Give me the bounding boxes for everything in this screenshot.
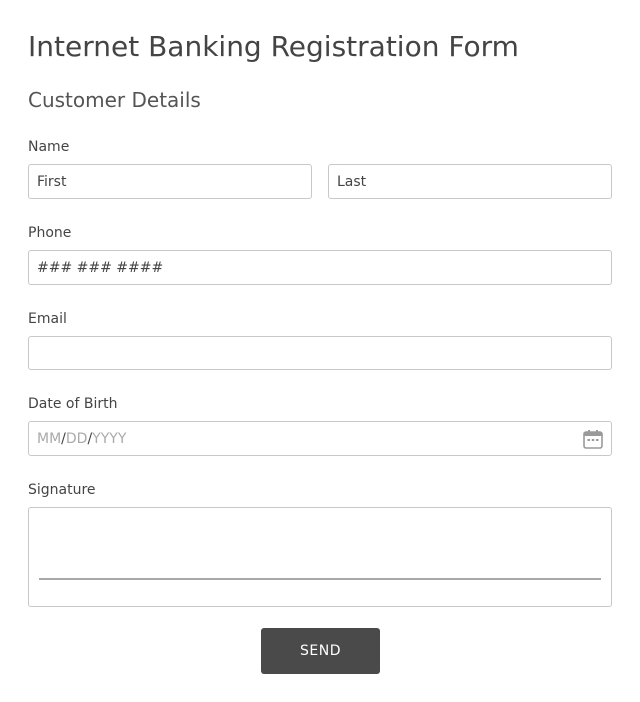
phone-label: Phone: [28, 225, 72, 241]
dob-label: Date of Birth: [28, 396, 118, 412]
signature-line: [39, 578, 601, 580]
email-label: Email: [28, 311, 67, 327]
dob-day[interactable]: DD: [66, 431, 88, 447]
dob-month[interactable]: MM: [37, 431, 61, 447]
phone-field[interactable]: [28, 250, 612, 285]
last-name-input[interactable]: [337, 165, 603, 198]
last-name-field[interactable]: [328, 164, 612, 199]
email-field[interactable]: [28, 336, 612, 370]
first-name-field[interactable]: [28, 164, 312, 199]
section-title: Customer Details: [28, 88, 201, 112]
page-title: Internet Banking Registration Form: [28, 30, 519, 63]
calendar-icon[interactable]: [583, 430, 603, 449]
dob-year[interactable]: YYYY: [92, 431, 126, 447]
dob-field[interactable]: MM / DD / YYYY: [28, 421, 612, 456]
email-input[interactable]: [37, 337, 603, 369]
signature-label: Signature: [28, 482, 96, 498]
phone-input[interactable]: [37, 251, 603, 284]
send-button[interactable]: SEND: [261, 628, 380, 674]
first-name-input[interactable]: [37, 165, 303, 198]
signature-pad[interactable]: [28, 507, 612, 607]
name-label: Name: [28, 139, 70, 155]
